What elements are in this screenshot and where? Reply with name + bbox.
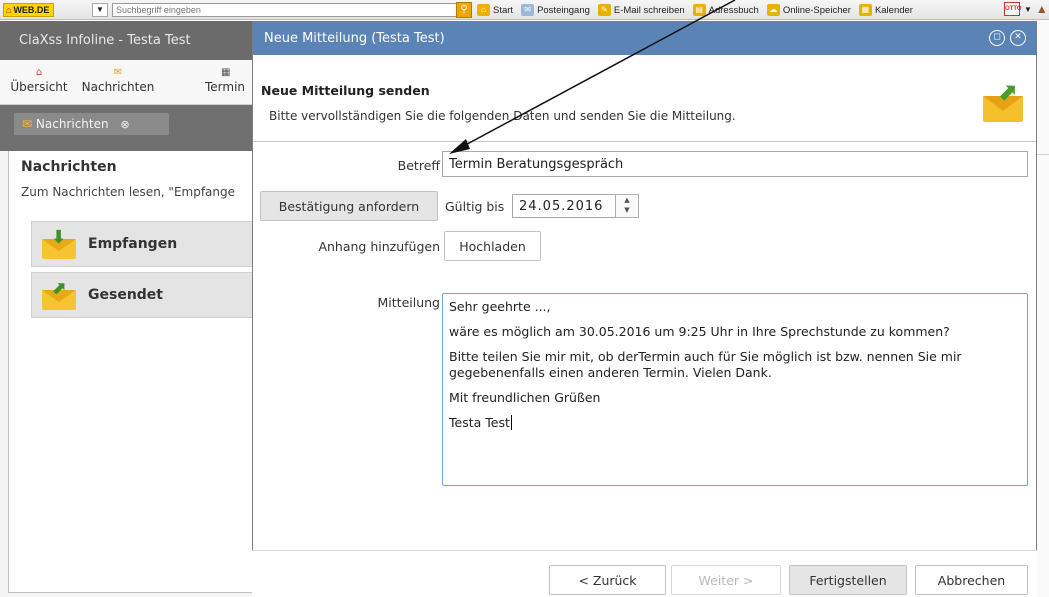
dialog-titlebar[interactable]: Neue Mitteilung (Testa Test) ◻ ✕	[253, 22, 1036, 55]
addressbook-icon: ▤	[692, 4, 706, 16]
toolbar-link-posteingang[interactable]: ✉ Posteingang	[521, 4, 590, 16]
header-subtitle: Bitte vervollständigen Sie die folgenden…	[269, 109, 736, 123]
home-icon: ⌂	[35, 67, 43, 78]
gesendet-button[interactable]: ⬈ Gesendet	[31, 272, 260, 318]
valid-until-label: Gültig bis	[445, 199, 505, 214]
inbox-icon: ✉	[521, 4, 535, 16]
toolbar-search-input[interactable]: Suchbegriff eingeben	[112, 3, 461, 17]
date-stepper[interactable]: ▲ ▼	[615, 194, 639, 218]
request-confirmation-button[interactable]: Bestätigung anfordern	[260, 191, 438, 221]
otto-icon[interactable]: OTTO	[1004, 2, 1022, 16]
valid-until-field[interactable]: 24.05.2016	[512, 194, 616, 218]
subject-field[interactable]: Termin Beratungsgespräch	[442, 151, 1028, 177]
toolbar-link-adressbuch[interactable]: ▤ Adressbuch	[692, 4, 759, 16]
message-line: Sehr geehrte ...,	[449, 299, 551, 314]
compose-icon: ✎	[597, 4, 611, 16]
nachrichten-panel: Nachrichten Zum Nachrichten lesen, "Empf…	[8, 151, 252, 593]
bag-icon[interactable]: ▲	[1036, 2, 1048, 16]
empfangen-label: Empfangen	[88, 236, 178, 252]
message-textarea[interactable]: Sehr geehrte ..., wäre es möglich am 30.…	[442, 293, 1028, 486]
dialog-controls: ◻ ✕	[989, 30, 1026, 46]
toolbar-link-label: Kalender	[874, 4, 913, 16]
calendar-icon: ▦	[858, 4, 872, 16]
app-top-nav: ⌂ Übersicht ✉ Nachrichten ▦ Termin	[0, 60, 252, 105]
nav-item-uebersicht[interactable]: ⌂ Übersicht	[5, 66, 73, 94]
toolbar-links: ⌂ Start ✉ Posteingang ✎ E-Mail schreiben ▤ A…	[477, 3, 913, 17]
chevron-down-icon[interactable]: ▼	[624, 206, 629, 214]
dialog-title: Neue Mitteilung (Testa Test)	[264, 31, 445, 46]
envelope-send-icon: ⬈	[983, 80, 1027, 124]
toolbar-link-label: Online-Speicher	[782, 4, 851, 16]
app-tabstrip: ✉ Nachrichten ⊗	[0, 105, 252, 151]
tab-nachrichten[interactable]: ✉ Nachrichten ⊗	[14, 113, 169, 135]
home-icon: ⌂	[6, 5, 12, 15]
gesendet-label: Gesendet	[88, 287, 163, 303]
nav-item-label: Übersicht	[10, 80, 68, 94]
chevron-up-icon[interactable]: ▲	[624, 196, 629, 204]
cloud-storage-icon: ☁	[766, 4, 780, 16]
envelope-receive-icon: ⬇	[42, 229, 78, 259]
mail-icon: ✉	[22, 117, 33, 131]
section-title: Nachrichten	[21, 159, 117, 175]
attachment-label: Anhang hinzufügen	[318, 239, 440, 254]
tab-label: Nachrichten	[35, 117, 109, 131]
toolbar-link-label: E-Mail schreiben	[613, 4, 685, 16]
toolbar-link-label: Adressbuch	[708, 4, 759, 16]
mail-icon: ✉	[113, 67, 123, 78]
toolbar-link-label: Posteingang	[537, 4, 590, 16]
section-hint: Zum Nachrichten lesen, "Empfange	[21, 185, 236, 199]
close-icon[interactable]: ⊗	[120, 118, 129, 131]
chevron-down-icon[interactable]: ▼	[92, 3, 108, 17]
finish-button[interactable]: Fertigstellen	[789, 565, 907, 595]
message-line: Testa Test	[449, 415, 512, 430]
webde-logo-label: WEB.DE	[13, 5, 50, 15]
browser-toolbar: ⌂ WEB.DE ▼ Suchbegriff eingeben ⚲ ⌂ Start …	[0, 0, 1049, 20]
background-right-edge	[1037, 21, 1049, 597]
dialog-header: Neue Mitteilung senden Bitte vervollstän…	[253, 55, 1036, 142]
toolbar-link-online-speicher[interactable]: ☁ Online-Speicher	[766, 4, 851, 16]
nav-item-nachrichten[interactable]: ✉ Nachrichten	[73, 66, 163, 94]
message-line: wäre es möglich am 30.05.2016 um 9:25 Uh…	[449, 324, 950, 339]
webde-logo[interactable]: ⌂ WEB.DE	[3, 3, 55, 17]
next-button[interactable]: Weiter >	[671, 565, 781, 595]
empfangen-button[interactable]: ⬇ Empfangen	[31, 221, 260, 267]
nav-item-label: Termin	[205, 80, 246, 94]
nav-item-label: Nachrichten	[81, 80, 155, 94]
message-line: Mit freundlichen Grüßen	[449, 390, 601, 405]
search-icon[interactable]: ⚲	[456, 2, 472, 18]
close-icon[interactable]: ✕	[1010, 30, 1026, 46]
toolbar-link-start[interactable]: ⌂ Start	[477, 4, 513, 16]
message-label: Mitteilung	[377, 295, 440, 310]
toolbar-link-compose[interactable]: ✎ E-Mail schreiben	[597, 4, 685, 16]
message-line: Bitte teilen Sie mir mit, ob derTermin a…	[449, 349, 962, 380]
envelope-send-icon: ⬈	[42, 280, 78, 310]
back-button[interactable]: < Zurück	[549, 565, 666, 595]
app-title: ClaXss Infoline - Testa Test	[0, 21, 252, 60]
chevron-down-icon[interactable]: ▼	[1024, 5, 1032, 14]
subject-label: Betreff	[397, 158, 440, 173]
upload-button[interactable]: Hochladen	[444, 231, 541, 261]
home-icon: ⌂	[477, 4, 490, 16]
maximize-icon[interactable]: ◻	[989, 30, 1005, 46]
header-title: Neue Mitteilung senden	[261, 83, 430, 98]
cancel-button[interactable]: Abbrechen	[915, 565, 1028, 595]
toolbar-right: OTTO ▼ ▲	[1004, 2, 1048, 16]
toolbar-link-label: Start	[493, 4, 514, 16]
toolbar-link-kalender[interactable]: ▦ Kalender	[858, 4, 913, 16]
